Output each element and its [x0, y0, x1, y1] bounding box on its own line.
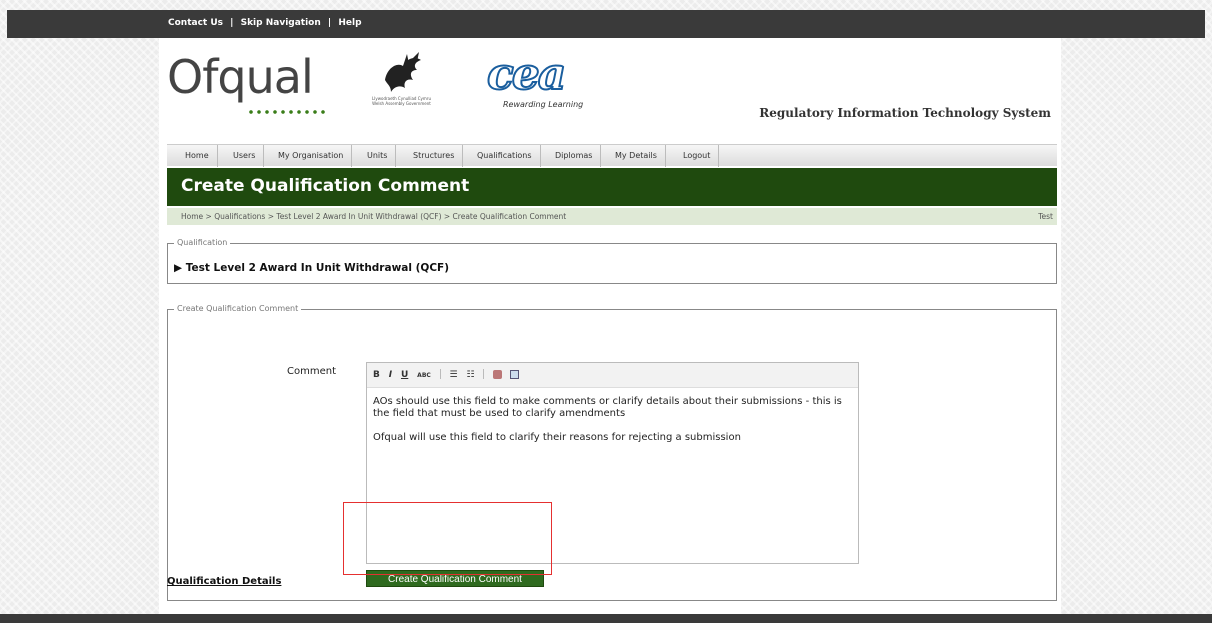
- breadcrumb: Home > Qualifications > Test Level 2 Awa…: [167, 208, 1057, 225]
- nav-item-my-details[interactable]: My Details: [607, 145, 666, 167]
- ofqual-logo-dots: [247, 110, 327, 114]
- bullet-list-icon[interactable]: ☰: [450, 370, 458, 380]
- nav-item-users[interactable]: Users: [225, 145, 265, 167]
- create-comment-legend: Create Qualification Comment: [174, 304, 302, 313]
- main-nav: Home Users My Organisation Units Structu…: [167, 144, 1057, 167]
- strikethrough-button[interactable]: ABC: [417, 372, 431, 379]
- nav-item-diplomas[interactable]: Diplomas: [547, 145, 602, 167]
- source-icon[interactable]: [510, 369, 520, 379]
- editor-toolbar: B I U ABC ☰ ☷: [367, 363, 858, 388]
- qualification-legend: Qualification: [174, 238, 231, 247]
- highlight-box: [343, 502, 552, 575]
- underline-button[interactable]: U: [401, 370, 408, 380]
- create-comment-fieldset: Create Qualification Comment Comment B I…: [167, 304, 1057, 601]
- contact-us-link[interactable]: Contact Us: [168, 18, 223, 28]
- welsh-assembly-logo: Llywodraeth Cynulliad Cymru Welsh Assemb…: [364, 50, 439, 120]
- breadcrumb-path[interactable]: Home > Qualifications > Test Level 2 Awa…: [181, 208, 566, 225]
- wales-caption-english: Welsh Assembly Government: [372, 101, 431, 106]
- comment-paragraph-1: AOs should use this field to make commen…: [373, 396, 842, 419]
- comment-text-area[interactable]: AOs should use this field to make commen…: [367, 388, 858, 464]
- separator: |: [230, 18, 234, 28]
- breadcrumb-user: Test: [1038, 212, 1053, 221]
- bottom-bar: [0, 614, 1212, 623]
- nav-item-qualifications[interactable]: Qualifications: [469, 145, 541, 167]
- comment-paragraph-2: Ofqual will use this field to clarify th…: [373, 432, 741, 443]
- qualification-fieldset: Qualification ▶ Test Level 2 Award In Un…: [167, 238, 1057, 284]
- qualification-details-link[interactable]: Qualification Details: [167, 576, 281, 587]
- main-content: Ofqual Llywodraeth Cynulliad Cymru Welsh…: [159, 38, 1061, 614]
- italic-button[interactable]: I: [389, 370, 392, 380]
- cea-logo-text: cea: [486, 49, 567, 101]
- top-bar: Contact Us | Skip Navigation | Help: [7, 10, 1205, 38]
- bold-button[interactable]: B: [373, 370, 380, 380]
- comment-label: Comment: [287, 366, 336, 377]
- skip-navigation-link[interactable]: Skip Navigation: [241, 18, 321, 28]
- cea-logo: cea Rewarding Learning: [486, 49, 607, 116]
- ofqual-logo[interactable]: Ofqual: [167, 50, 327, 114]
- help-link[interactable]: Help: [338, 18, 361, 28]
- dragon-icon: [384, 52, 421, 92]
- separator: |: [327, 18, 332, 28]
- ofqual-logo-text: Ofqual: [167, 50, 314, 104]
- page-title: Create Qualification Comment: [181, 176, 470, 196]
- toolbar-separator: [483, 369, 485, 379]
- numbered-list-icon[interactable]: ☷: [467, 370, 475, 380]
- cea-tagline: Rewarding Learning: [503, 100, 584, 109]
- nav-item-structures[interactable]: Structures: [405, 145, 464, 167]
- nav-item-logout[interactable]: Logout: [675, 145, 720, 167]
- paste-icon[interactable]: [493, 369, 503, 379]
- nav-item-home[interactable]: Home: [177, 145, 218, 167]
- qualification-name[interactable]: ▶ Test Level 2 Award In Unit Withdrawal …: [174, 262, 449, 274]
- system-title: Regulatory Information Technology System: [759, 106, 1051, 120]
- toolbar-separator: [439, 369, 441, 379]
- top-links: Contact Us | Skip Navigation | Help: [166, 18, 364, 28]
- page-title-bar: Create Qualification Comment: [167, 168, 1057, 206]
- nav-item-my-organisation[interactable]: My Organisation: [270, 145, 353, 167]
- nav-item-units[interactable]: Units: [359, 145, 397, 167]
